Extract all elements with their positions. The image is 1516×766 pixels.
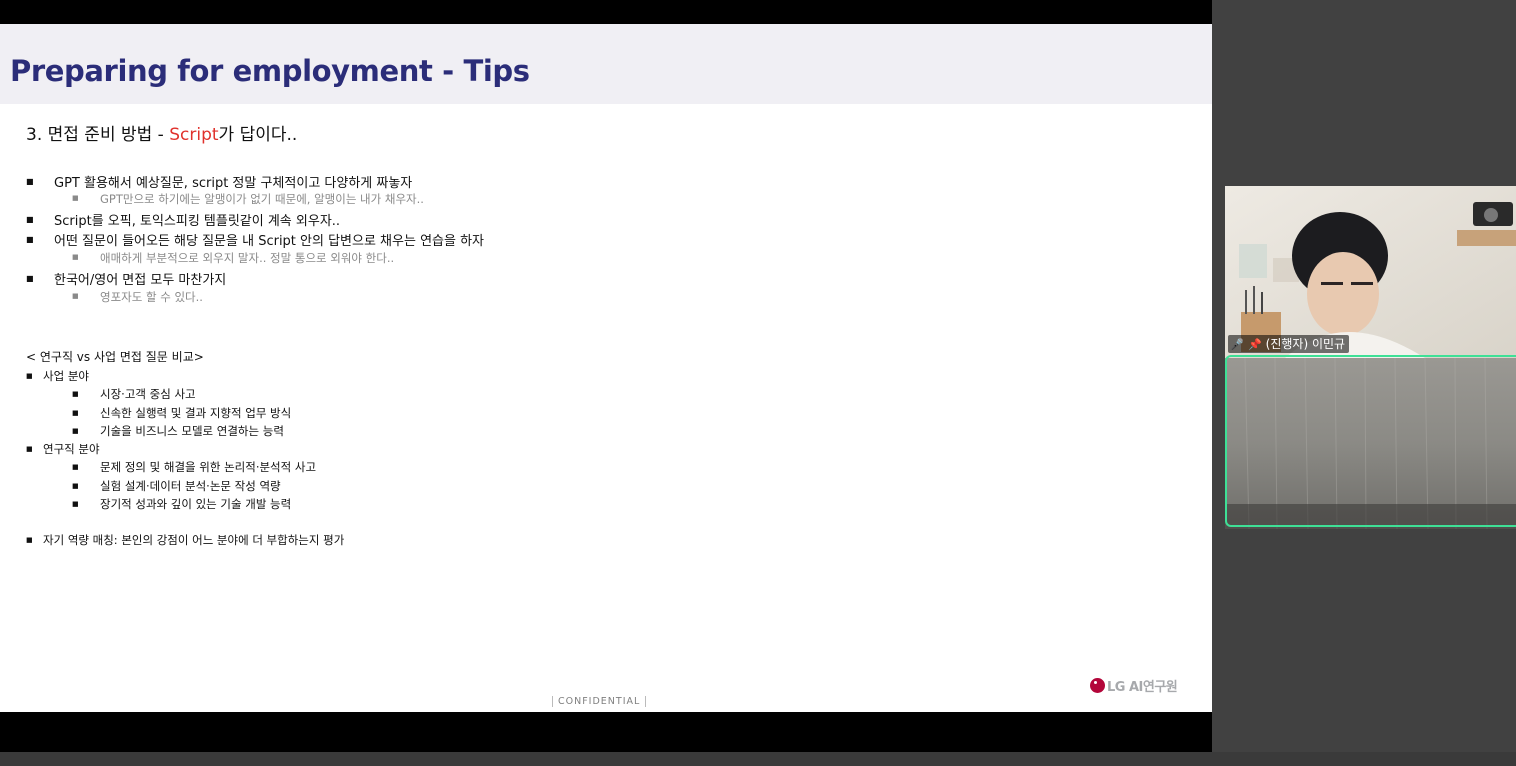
- presentation-slide: Preparing for employment - Tips 3. 면접 준비…: [0, 24, 1212, 712]
- bullet-marker: ■: [26, 536, 33, 544]
- tip-sub-item: 영포자도 할 수 있다..: [100, 290, 203, 304]
- research-label: 연구직 분야: [43, 442, 100, 456]
- bullet-marker: ■: [26, 372, 33, 380]
- logo-text: LG AI연구원: [1107, 680, 1178, 695]
- sub-bullet-marker: ■: [72, 194, 79, 202]
- business-item: 신속한 실행력 및 결과 지향적 업무 방식: [100, 406, 292, 420]
- tip-item: 어떤 질문이 들어오든 해당 질문을 내 Script 안의 답변으로 채우는 …: [54, 234, 485, 249]
- section-heading-prefix: 3. 면접 준비 방법 -: [26, 125, 170, 145]
- business-item: 기술을 비즈니스 모델로 연결하는 능력: [100, 424, 284, 438]
- bullet-marker: ■: [72, 390, 79, 398]
- participant-name-tag: 🎤 📌 (진행자) 이민규: [1228, 335, 1350, 354]
- slide-title: Preparing for employment - Tips: [10, 54, 530, 88]
- bullet-marker: ■: [26, 215, 34, 224]
- self-match-item: 자기 역량 매칭: 본인의 강점이 어느 분야에 더 부합하는지 평가: [43, 533, 345, 547]
- bullet-marker: ■: [26, 235, 34, 244]
- bullet-marker: ■: [26, 177, 34, 186]
- lg-logo-icon: [1090, 678, 1105, 693]
- tip-sub-item: 애매하게 부분적으로 외우지 말자.. 정말 통으로 외워야 한다..: [100, 251, 395, 265]
- slide-title-band: Preparing for employment - Tips: [0, 24, 1212, 104]
- bullet-marker: ■: [72, 409, 79, 417]
- bullet-marker: ■: [72, 482, 79, 490]
- research-item: 문제 정의 및 해결을 위한 논리적·분석적 사고: [100, 460, 317, 474]
- mic-muted-icon[interactable]: 🎤: [1230, 336, 1244, 354]
- bullet-marker: ■: [72, 500, 79, 508]
- bullet-marker: ■: [26, 445, 33, 453]
- research-item: 장기적 성과와 깊이 있는 기술 개발 능력: [100, 497, 292, 511]
- sub-bullet-marker: ■: [72, 253, 79, 261]
- business-label: 사업 분야: [43, 369, 89, 383]
- bullet-marker: ■: [26, 274, 34, 283]
- research-item: 실험 설계·데이터 분석·논문 작성 역량: [100, 479, 281, 493]
- bullet-marker: ■: [72, 463, 79, 471]
- comparison-title: < 연구직 vs 사업 면접 질문 비교>: [26, 350, 204, 364]
- participant-name: (진행자) 이민규: [1265, 337, 1346, 351]
- bottom-bar: [0, 752, 1516, 766]
- bullet-marker: ■: [72, 427, 79, 435]
- sub-bullet-marker: ■: [72, 292, 79, 300]
- tip-item: GPT 활용해서 예상질문, script 정말 구체적이고 다양하게 짜놓자: [54, 176, 413, 191]
- active-speaker-border: [1225, 355, 1516, 527]
- tip-item: Script를 오픽, 토익스피킹 템플릿같이 계속 외우자..: [54, 214, 341, 229]
- tip-sub-item: GPT만으로 하기에는 알맹이가 없기 때문에, 알맹이는 내가 채우자..: [100, 192, 424, 206]
- lg-ai-logo: LG AI연구원: [1090, 675, 1178, 695]
- section-heading: 3. 면접 준비 방법 - Script가 답이다..: [26, 120, 297, 145]
- confidential-footer: CONFIDENTIAL: [552, 696, 647, 707]
- section-heading-suffix: 가 답이다..: [218, 125, 298, 145]
- section-heading-accent: Script: [169, 125, 219, 145]
- pin-icon[interactable]: 📌: [1248, 336, 1262, 354]
- tip-item: 한국어/영어 면접 모두 마찬가지: [54, 273, 227, 288]
- shared-screen-area: Preparing for employment - Tips 3. 면접 준비…: [0, 0, 1212, 766]
- business-item: 시장·고객 중심 사고: [100, 387, 196, 401]
